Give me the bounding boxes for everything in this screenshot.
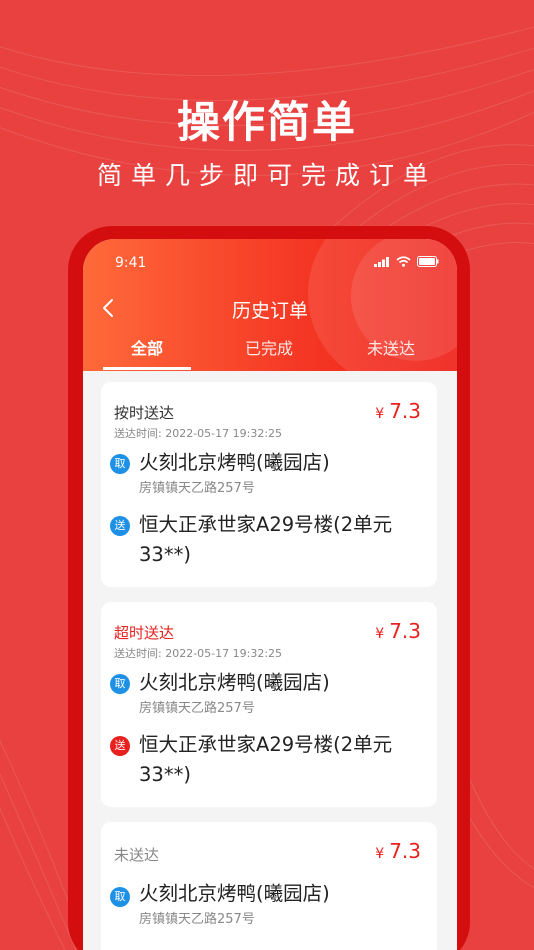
order-status: 按时送达: [114, 404, 175, 422]
order-price: ¥7.3: [375, 399, 421, 423]
delivery-time: 送达时间: 2022-05-17 19:32:25: [114, 427, 283, 440]
order-card[interactable]: 未送达 ¥7.3 取 火刻北京烤鸭(曦园店) 房镇镇天乙路257号: [101, 822, 437, 950]
pickup-badge: 取: [110, 454, 130, 474]
dropoff-badge: 送: [110, 736, 130, 756]
order-price: ¥7.3: [375, 839, 421, 863]
app-header: 9:41 历史订单 全部 已完成 未送达: [83, 239, 457, 371]
wifi-icon: [396, 256, 411, 267]
pickup-address: 房镇镇天乙路257号: [139, 912, 255, 927]
pickup-address: 房镇镇天乙路257号: [139, 701, 255, 716]
order-card[interactable]: 超时送达 ¥7.3 送达时间: 2022-05-17 19:32:25 取 火刻…: [101, 602, 437, 807]
tab-undelivered[interactable]: 未送达: [347, 339, 435, 371]
tab-completed[interactable]: 已完成: [225, 339, 313, 371]
phone-screen: 9:41 历史订单 全部 已完成 未送达 按时送达 ¥ 7.3 送达时间: 20…: [83, 239, 457, 950]
pickup-address: 房镇镇天乙路257号: [139, 481, 255, 496]
delivery-time: 送达时间: 2022-05-17 19:32:25: [114, 647, 283, 660]
pickup-name: 火刻北京烤鸭(曦园店): [139, 882, 330, 905]
order-status: 超时送达: [114, 624, 175, 642]
tab-active-indicator: [103, 367, 191, 370]
page-title: 历史订单: [231, 300, 308, 322]
dropoff-name: 恒大正承世家A29号楼(2单元33**): [139, 513, 393, 566]
pickup-badge: 取: [110, 674, 130, 694]
promo-title: 操作简单: [177, 98, 357, 148]
dropoff-name: 恒大正承世家A29号楼(2单元33**): [139, 733, 393, 786]
status-time: 9:41: [115, 255, 147, 271]
order-price: ¥7.3: [375, 619, 421, 643]
pickup-name: 火刻北京烤鸭(曦园店): [139, 451, 330, 474]
order-card[interactable]: 按时送达 ¥7.3 送达时间: 2022-05-17 19:32:25 取 火刻…: [101, 382, 437, 587]
battery-icon: [417, 256, 439, 267]
dropoff-badge: 送: [110, 516, 130, 536]
status-icons: [374, 256, 439, 267]
pickup-badge: 取: [110, 887, 130, 907]
promo-subtitle: 简单几步即可完成订单: [96, 161, 437, 190]
pickup-name: 火刻北京烤鸭(曦园店): [139, 671, 330, 694]
order-status: 未送达: [114, 846, 160, 864]
signal-icon: [374, 256, 389, 267]
